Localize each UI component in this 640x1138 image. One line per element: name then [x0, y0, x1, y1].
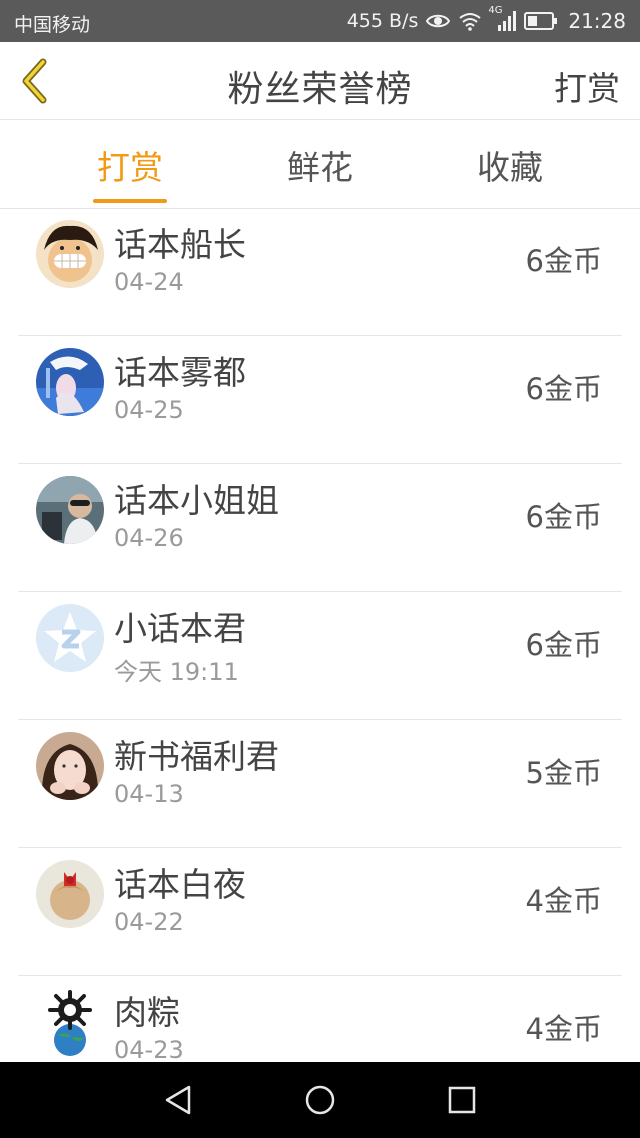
- fan-amount: 4金币: [525, 1012, 602, 1046]
- fan-date: 04-13: [114, 780, 184, 808]
- fan-amount: 4金币: [525, 884, 602, 918]
- app-header: 粉丝荣誉榜 打赏: [0, 42, 640, 120]
- wifi-icon: [458, 11, 482, 31]
- list-item[interactable]: 小话本君 今天 19:11 6金币: [0, 592, 640, 720]
- fan-amount: 6金币: [525, 244, 602, 278]
- fan-date: 04-22: [114, 908, 184, 936]
- list-item[interactable]: 话本白夜 04-22 4金币: [0, 848, 640, 976]
- default-avatar: [36, 604, 104, 672]
- recents-square-icon[interactable]: [446, 1084, 478, 1116]
- system-nav-bar: [0, 1062, 640, 1138]
- tab-favorites[interactable]: 收藏: [474, 141, 546, 189]
- home-circle-icon[interactable]: [304, 1084, 336, 1116]
- list-item[interactable]: 新书福利君 04-13 5金币: [0, 720, 640, 848]
- fan-amount: 6金币: [525, 372, 602, 406]
- fan-name: 新书福利君: [114, 737, 279, 776]
- tab-flowers[interactable]: 鲜花: [284, 141, 356, 189]
- status-bar: 中国移动 455 B/s 4G 21:28: [0, 0, 640, 42]
- fan-name: 话本小姐姐: [114, 481, 279, 520]
- fan-name: 话本白夜: [114, 865, 246, 904]
- fan-name: 话本雾都: [114, 353, 246, 392]
- tab-bar: 打赏 鲜花 收藏: [0, 121, 640, 209]
- fan-ranking-list[interactable]: 话本船长 04-24 6金币 话本雾都 04-25 6金币 话本小姐姐 04-2…: [0, 210, 640, 1062]
- clock: 21:28: [568, 9, 626, 33]
- list-item[interactable]: 肉粽 04-23 4金币: [0, 976, 640, 1062]
- photo-avatar: [36, 860, 104, 928]
- network-type: 4G: [488, 5, 503, 16]
- fan-name: 肉粽: [114, 993, 180, 1032]
- fan-name: 话本船长: [114, 225, 246, 264]
- list-item[interactable]: 话本雾都 04-25 6金币: [0, 336, 640, 464]
- fan-name: 小话本君: [114, 609, 246, 648]
- illustration-avatar: [36, 988, 104, 1056]
- signal-icon: 4G: [488, 5, 517, 31]
- fan-amount: 6金币: [525, 500, 602, 534]
- net-speed: 455 B/s: [346, 10, 419, 32]
- cartoon-avatar: [36, 220, 104, 288]
- photo-avatar: [36, 348, 104, 416]
- list-item[interactable]: 话本船长 04-24 6金币: [0, 210, 640, 336]
- fan-date: 04-23: [114, 1036, 184, 1062]
- back-triangle-icon[interactable]: [162, 1084, 194, 1116]
- tab-reward[interactable]: 打赏: [94, 141, 166, 189]
- photo-avatar: [36, 476, 104, 544]
- list-item[interactable]: 话本小姐姐 04-26 6金币: [0, 464, 640, 592]
- battery-icon: [524, 12, 558, 30]
- eye-icon: [426, 12, 451, 30]
- reward-button[interactable]: 打赏: [554, 62, 620, 110]
- active-tab-indicator: [93, 199, 167, 203]
- fan-amount: 5金币: [525, 756, 602, 790]
- photo-avatar: [36, 732, 104, 800]
- status-icons: 455 B/s 4G 21:28: [346, 5, 626, 33]
- fan-amount: 6金币: [525, 628, 602, 662]
- carrier-name: 中国移动: [14, 14, 91, 36]
- fan-date: 今天 19:11: [114, 658, 239, 686]
- fan-date: 04-25: [114, 396, 184, 424]
- fan-date: 04-26: [114, 524, 184, 552]
- page-title: 粉丝荣誉榜: [227, 69, 413, 110]
- fan-date: 04-24: [114, 268, 184, 296]
